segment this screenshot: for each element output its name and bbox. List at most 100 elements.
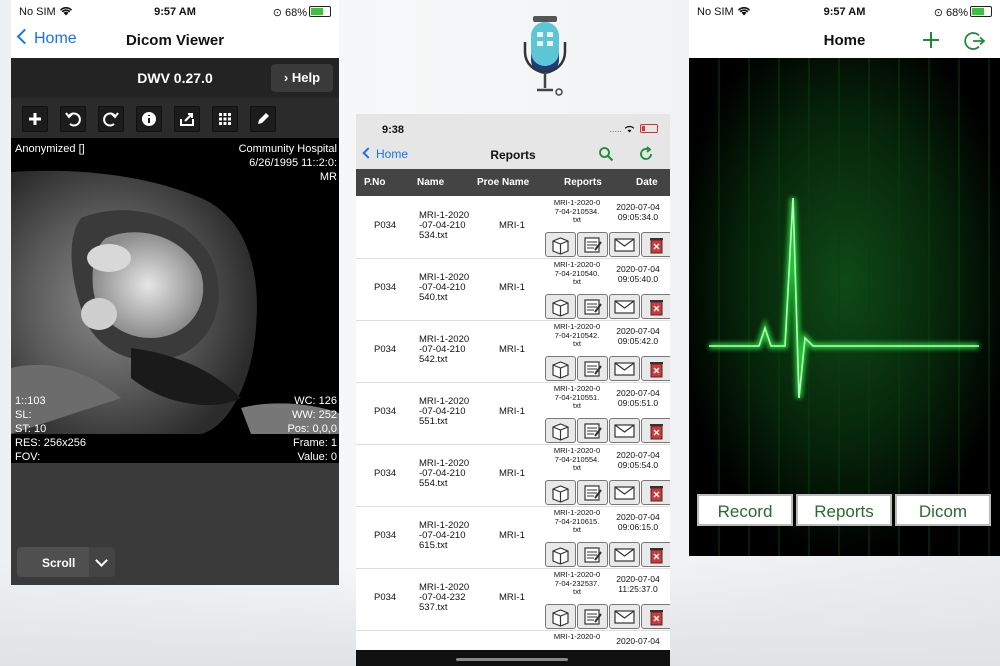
page-title: Home [823,32,866,49]
mail-icon[interactable] [609,232,640,257]
battery-icon [640,124,658,133]
table-row[interactable]: P034 MRI-1-2020 -07-04-210 540.txt MRI-1 MRI-… [356,258,670,321]
edit-icon[interactable] [577,604,608,629]
mail-icon[interactable] [609,542,640,567]
edit-icon[interactable] [577,418,608,443]
cell-proe-name: MRI-1 [499,220,525,231]
trash-icon[interactable] [641,356,670,381]
grid-icon[interactable] [212,106,238,132]
table-row[interactable]: P034 MRI-1-2020 -07-04-210 554.txt MRI-1 MRI-… [356,444,670,507]
mail-icon[interactable] [609,356,640,381]
edit-icon[interactable] [577,480,608,505]
microphone-logo-icon [523,16,567,96]
cell-pno: P034 [374,282,397,293]
help-button[interactable]: › Help [271,64,333,92]
overlay-wc: WC: 126 [294,395,337,407]
dwv-header: DWV 0.27.0 › Help [11,58,339,98]
cell-report[interactable]: MRI-1-2020-0 7-04-210534. txt [546,198,608,225]
dicom-viewer-screen: No SIM 9:57 AM ⊙ 68% Home Dicom Viewer D… [11,0,339,585]
cell-date: 2020-07-04 09:05:42.0 [616,326,660,346]
refresh-icon[interactable] [638,146,654,162]
status-time: 9:38 [382,124,405,136]
reports-button[interactable]: Reports [796,494,892,526]
cell-proe-name: MRI-1 [499,344,525,355]
table-row[interactable]: P034 MRI-1-2020 -07-04-210 542.txt MRI-1 MRI-… [356,320,670,383]
redo-icon[interactable] [98,106,124,132]
undo-icon[interactable] [60,106,86,132]
share-icon[interactable] [174,106,200,132]
overlay-st: ST: 10 [15,423,47,435]
chevron-down-icon [89,547,115,577]
trash-icon[interactable] [641,542,670,567]
help-label: Help [291,70,321,85]
battery-percent: 68% [945,7,968,19]
col-name: Name [417,177,445,188]
cell-date: 2020-07-04 11:25:37.0 [616,574,660,594]
dicom-image-viewer[interactable]: Anonymized [] Community Hospital 6/26/19… [11,138,339,463]
col-pno: P.No [364,177,386,188]
wifi-icon [625,125,635,133]
box-icon[interactable] [545,232,576,257]
table-header: P.No Name Proe Name Reports Date [356,169,670,196]
cell-date: 2020-07-04 09:06:15.0 [616,512,660,532]
overlay-date: 6/26/1995 11::2:0: [249,157,337,169]
plus-icon[interactable] [921,30,941,50]
mail-icon[interactable] [609,418,640,443]
info-icon[interactable] [136,106,162,132]
mail-icon[interactable] [609,480,640,505]
dicom-button[interactable]: Dicom [895,494,991,526]
record-button[interactable]: Record [697,494,793,526]
battery-icon [970,6,992,17]
edit-icon[interactable] [577,294,608,319]
cell-report[interactable]: MRI-1-2020-0 [546,632,608,642]
edit-icon[interactable] [577,232,608,257]
trash-icon[interactable] [641,418,670,443]
overlay-res: RES: 256x256 [15,437,86,449]
plus-icon[interactable] [22,106,48,132]
battery-percent: 68% [284,7,307,19]
overlay-ww: WW: 252 [291,409,337,421]
dwv-panel: DWV 0.27.0 › Help Anonymized [] Communit… [11,58,339,585]
scroll-mode-select[interactable]: Scroll [17,547,115,577]
cell-report[interactable]: MRI-1-2020-0 7-04-210615. txt [546,508,608,535]
pencil-icon[interactable] [250,106,276,132]
logout-icon[interactable] [964,30,986,52]
search-icon[interactable] [598,146,614,162]
cell-report[interactable]: MRI-1-2020-0 7-04-210542. txt [546,322,608,349]
overlay-value: Value: 0 [297,451,337,463]
cell-proe-name: MRI-1 [499,530,525,541]
overlay-sl: SL: [15,409,32,421]
cell-name: MRI-1-2020 -07-04-210 534.txt [419,210,470,241]
trash-icon[interactable] [641,232,670,257]
cell-report[interactable]: MRI-1-2020-0 7-04-210554. txt [546,446,608,473]
orientation-lock-icon: ⊙ [933,7,943,19]
home-indicator [356,650,670,666]
table-row[interactable]: P034 MRI-1-2020 -07-04-210 615.txt MRI-1 MRI-… [356,506,670,569]
table-row[interactable]: P034 MRI-1-2020 -07-04-210 534.txt MRI-1 MRI-… [356,196,670,259]
trash-icon[interactable] [641,294,670,319]
box-icon[interactable] [545,542,576,567]
edit-icon[interactable] [577,356,608,381]
box-icon[interactable] [545,604,576,629]
cell-pno: P034 [374,220,397,231]
table-row[interactable]: P034 MRI-1-2020 -07-04-210 551.txt MRI-1 MRI-… [356,382,670,445]
cell-report[interactable]: MRI-1-2020-0 7-04-232537. txt [546,570,608,597]
box-icon[interactable] [545,418,576,443]
trash-icon[interactable] [641,604,670,629]
table-row[interactable]: P034 MRI-1-2020 -07-04-232 537.txt MRI-1 MRI-… [356,568,670,631]
trash-icon[interactable] [641,480,670,505]
cell-proe-name: MRI-1 [499,468,525,479]
box-icon[interactable] [545,480,576,505]
cell-report[interactable]: MRI-1-2020-0 7-04-210551. txt [546,384,608,411]
cell-report[interactable]: MRI-1-2020-0 7-04-210540. txt [546,260,608,287]
nav-bar: Home [689,24,1000,58]
bottom-bar: Scroll [11,463,339,585]
heartbeat-pulse-icon [689,58,1000,556]
box-icon[interactable] [545,356,576,381]
box-icon[interactable] [545,294,576,319]
mail-icon[interactable] [609,604,640,629]
reports-header: 9:38 ..... Home Reports [356,114,670,169]
cell-pno: P034 [374,468,397,479]
edit-icon[interactable] [577,542,608,567]
mail-icon[interactable] [609,294,640,319]
